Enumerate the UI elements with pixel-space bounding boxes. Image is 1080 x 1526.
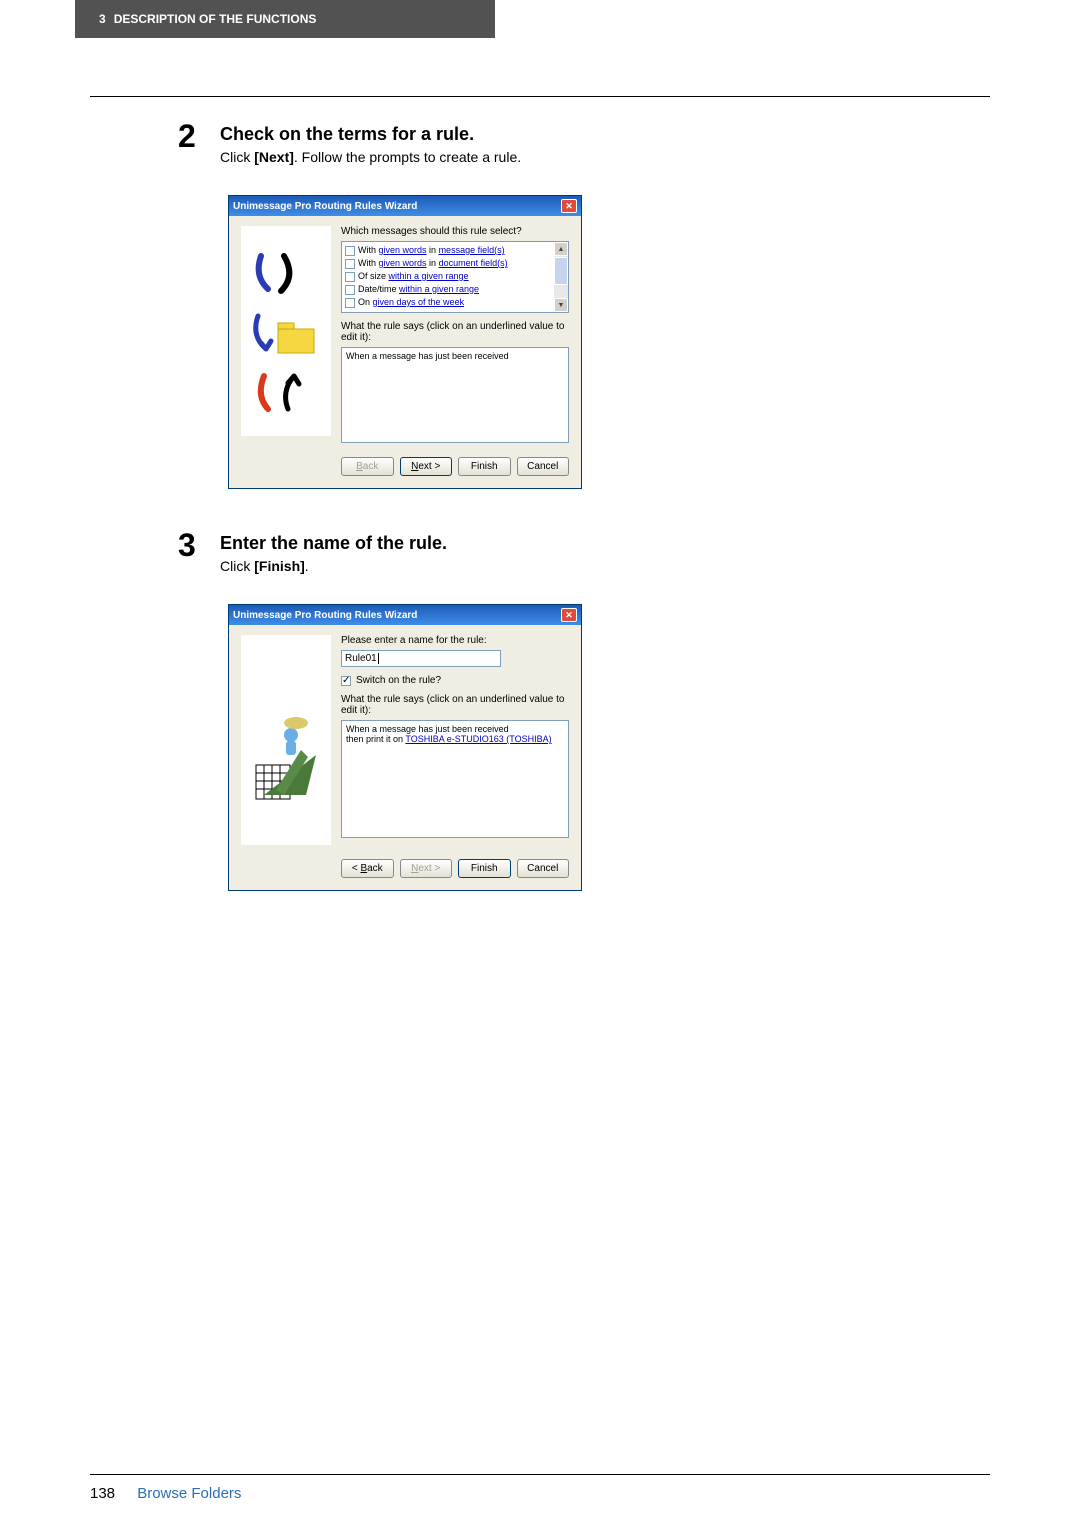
- wizard-dialog-step2: Unimessage Pro Routing Rules Wizard ✕: [228, 195, 582, 489]
- step-2-number: 2: [178, 120, 210, 165]
- page-number: 138: [90, 1485, 115, 1502]
- step-3-desc: Click [Finish].: [220, 558, 447, 574]
- condition-option[interactable]: Of size within a given range: [345, 270, 551, 283]
- scrollbar[interactable]: ▲ ▼: [554, 242, 568, 312]
- name-label: Please enter a name for the rule:: [341, 635, 569, 646]
- chapter-header: 3 DESCRIPTION OF THE FUNCTIONS: [75, 0, 495, 38]
- scroll-thumb[interactable]: [554, 257, 568, 285]
- chapter-number: 3: [99, 12, 106, 26]
- dialog-title: Unimessage Pro Routing Rules Wizard: [233, 610, 417, 621]
- cancel-button[interactable]: Cancel: [517, 457, 570, 476]
- finish-button[interactable]: Finish: [458, 457, 511, 476]
- back-button[interactable]: < Back: [341, 859, 394, 878]
- rule-description-box[interactable]: When a message has just been received th…: [341, 720, 569, 838]
- step-2-desc: Click [Next]. Follow the prompts to crea…: [220, 149, 521, 165]
- scroll-up-icon[interactable]: ▲: [554, 242, 568, 256]
- step-3: 3 Enter the name of the rule. Click [Fin…: [178, 529, 990, 574]
- text-cursor: [378, 653, 379, 664]
- step-2-title: Check on the terms for a rule.: [220, 124, 521, 145]
- next-button[interactable]: Next >: [400, 457, 453, 476]
- top-rule: [90, 96, 990, 97]
- chapter-title: DESCRIPTION OF THE FUNCTIONS: [114, 12, 317, 26]
- next-button: Next >: [400, 859, 453, 878]
- step-3-number: 3: [178, 529, 210, 574]
- condition-option[interactable]: With given words in document field(s): [345, 257, 551, 270]
- dialog-title: Unimessage Pro Routing Rules Wizard: [233, 201, 417, 212]
- printer-link[interactable]: TOSHIBA e-STUDIO163 (TOSHIBA): [405, 734, 551, 744]
- back-button: Back: [341, 457, 394, 476]
- checkbox[interactable]: [345, 259, 355, 269]
- step-2: 2 Check on the terms for a rule. Click […: [178, 120, 990, 165]
- wizard-sidebar-graphic: [241, 635, 331, 845]
- close-icon[interactable]: ✕: [561, 608, 577, 622]
- titlebar: Unimessage Pro Routing Rules Wizard ✕: [229, 196, 581, 216]
- finish-button[interactable]: Finish: [458, 859, 511, 878]
- checkbox[interactable]: [345, 298, 355, 308]
- rule-description-box[interactable]: When a message has just been received: [341, 347, 569, 443]
- wizard-sidebar-graphic: [241, 226, 331, 436]
- scroll-down-icon[interactable]: ▼: [554, 298, 568, 312]
- checkbox[interactable]: [345, 246, 355, 256]
- cancel-button[interactable]: Cancel: [517, 859, 570, 878]
- page-footer: 138 Browse Folders: [90, 1474, 990, 1502]
- rule-says-label: What the rule says (click on an underlin…: [341, 694, 569, 716]
- close-icon[interactable]: ✕: [561, 199, 577, 213]
- condition-option[interactable]: Date/time within a given range: [345, 283, 551, 296]
- conditions-listbox[interactable]: With given words in message field(s) Wit…: [341, 241, 569, 313]
- checkbox[interactable]: [345, 272, 355, 282]
- condition-option[interactable]: With given words in message field(s): [345, 244, 551, 257]
- switch-on-label: Switch on the rule?: [356, 675, 441, 686]
- switch-on-checkbox[interactable]: [341, 676, 351, 686]
- condition-option[interactable]: On given days of the week: [345, 296, 551, 309]
- wizard-dialog-step3: Unimessage Pro Routing Rules Wizard ✕: [228, 604, 582, 891]
- select-question: Which messages should this rule select?: [341, 226, 569, 237]
- section-name: Browse Folders: [137, 1485, 241, 1502]
- rule-says-label: What the rule says (click on an underlin…: [341, 321, 569, 343]
- titlebar: Unimessage Pro Routing Rules Wizard ✕: [229, 605, 581, 625]
- checkbox[interactable]: [345, 285, 355, 295]
- step-3-title: Enter the name of the rule.: [220, 533, 447, 554]
- rule-name-input[interactable]: Rule01: [341, 650, 501, 667]
